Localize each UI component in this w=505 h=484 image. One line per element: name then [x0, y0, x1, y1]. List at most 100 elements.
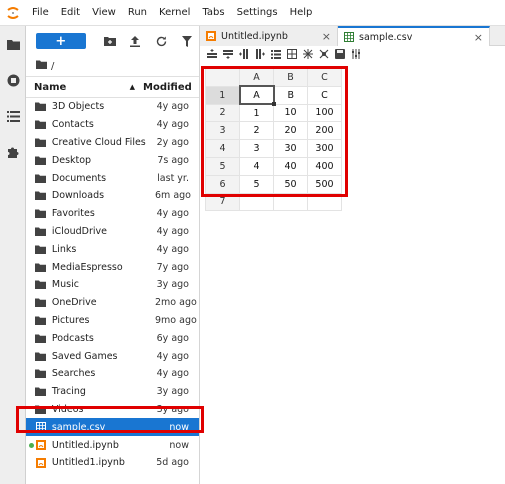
- redo-icon[interactable]: [318, 48, 330, 60]
- row-header[interactable]: 4: [205, 139, 240, 158]
- close-tab-icon[interactable]: ×: [474, 31, 483, 44]
- tab-untitled-ipynb[interactable]: Untitled.ipynb ×: [200, 26, 338, 46]
- insert-column-right-icon[interactable]: [254, 48, 266, 60]
- remove-column-icon[interactable]: [286, 48, 298, 60]
- file-row-desktop[interactable]: Desktop 7s ago: [26, 151, 199, 169]
- row-header[interactable]: 6: [205, 174, 240, 194]
- file-row-podcasts[interactable]: Podcasts 6y ago: [26, 329, 199, 347]
- file-modified: 3y ago: [156, 279, 189, 291]
- row-header[interactable]: 5: [205, 156, 240, 176]
- menu-view[interactable]: View: [86, 0, 122, 26]
- grid-cell[interactable]: B: [273, 85, 308, 105]
- running-kernels-icon[interactable]: [0, 62, 26, 98]
- file-row-mediaespresso[interactable]: MediaEspresso 7y ago: [26, 258, 199, 276]
- running-indicator-icon: [29, 442, 34, 448]
- row-header[interactable]: 7: [205, 192, 240, 212]
- insert-row-below-icon[interactable]: [222, 48, 234, 60]
- menu-edit[interactable]: Edit: [55, 0, 86, 26]
- table-of-contents-icon[interactable]: [0, 98, 26, 134]
- close-tab-icon[interactable]: ×: [322, 30, 331, 43]
- file-row-iclouddrive[interactable]: iCloudDrive 4y ago: [26, 223, 199, 241]
- column-header[interactable]: C: [307, 68, 342, 87]
- grid-corner[interactable]: [205, 68, 240, 87]
- row-header[interactable]: 3: [205, 121, 240, 141]
- file-row-music[interactable]: Music 3y ago: [26, 276, 199, 294]
- file-modified: 4y ago: [156, 225, 189, 237]
- new-launcher-button[interactable]: +: [36, 33, 86, 49]
- grid-cell[interactable]: 200: [307, 121, 342, 141]
- undo-icon[interactable]: [302, 48, 314, 60]
- file-row-documents[interactable]: Documents last yr.: [26, 169, 199, 187]
- file-row-untitled1-ipynb[interactable]: Untitled1.ipynb 5d ago: [26, 454, 199, 472]
- file-modified: last yr.: [157, 172, 189, 184]
- grid-row: 4 3 30 300: [205, 139, 342, 158]
- grid-cell[interactable]: 10: [273, 103, 308, 123]
- grid-cell[interactable]: 3: [239, 139, 274, 158]
- home-folder-icon[interactable]: [36, 60, 47, 72]
- insert-column-left-icon[interactable]: [238, 48, 250, 60]
- file-row-creative-cloud-files[interactable]: Creative Cloud Files 2y ago: [26, 134, 199, 152]
- file-row-3d-objects[interactable]: 3D Objects 4y ago: [26, 98, 199, 116]
- breadcrumb-root[interactable]: /: [51, 61, 54, 72]
- file-name: Favorites: [51, 208, 95, 220]
- folder-icon[interactable]: [0, 26, 26, 62]
- file-row-downloads[interactable]: Downloads 6m ago: [26, 187, 199, 205]
- file-row-untitled-ipynb[interactable]: Untitled.ipynb now: [26, 436, 199, 454]
- name-column-header[interactable]: Name ▲: [26, 82, 143, 93]
- grid-cell[interactable]: 20: [273, 121, 308, 141]
- grid-cell[interactable]: 500: [307, 174, 342, 194]
- extension-puzzle-icon[interactable]: [0, 134, 26, 170]
- grid-cell[interactable]: 50: [273, 174, 308, 194]
- file-row-tracing[interactable]: Tracing 3y ago: [26, 383, 199, 401]
- remove-row-icon[interactable]: [270, 48, 282, 60]
- left-sidebar: [0, 26, 26, 484]
- grid-cell[interactable]: [239, 192, 274, 212]
- grid-cell[interactable]: A: [238, 85, 277, 107]
- file-row-sample-csv[interactable]: sample.csv now: [26, 418, 199, 437]
- grid-cell[interactable]: [307, 192, 342, 212]
- grid-cell[interactable]: 5: [239, 174, 274, 194]
- upload-icon[interactable]: [123, 33, 147, 49]
- file-row-links[interactable]: Links 4y ago: [26, 240, 199, 258]
- grid-cell[interactable]: 300: [307, 139, 342, 158]
- file-row-favorites[interactable]: Favorites 4y ago: [26, 205, 199, 223]
- menu-tabs[interactable]: Tabs: [196, 0, 230, 26]
- file-modified: now: [169, 439, 189, 451]
- settings-icon[interactable]: [350, 48, 362, 60]
- file-name: OneDrive: [51, 297, 97, 309]
- grid-cell[interactable]: 100: [307, 103, 342, 123]
- file-name: Tracing: [51, 386, 86, 398]
- file-modified: now: [169, 421, 189, 433]
- grid-cell[interactable]: C: [307, 85, 342, 105]
- file-row-contacts[interactable]: Contacts 4y ago: [26, 116, 199, 134]
- menu-file[interactable]: File: [26, 0, 55, 26]
- grid-cell[interactable]: [273, 192, 308, 212]
- save-icon[interactable]: [334, 48, 346, 60]
- menu-settings[interactable]: Settings: [231, 0, 284, 26]
- menu-help[interactable]: Help: [284, 0, 319, 26]
- file-row-saved-games[interactable]: Saved Games 4y ago: [26, 347, 199, 365]
- row-header[interactable]: 1: [205, 85, 240, 105]
- row-header[interactable]: 2: [205, 103, 240, 123]
- modified-column-header[interactable]: Modified: [143, 82, 199, 93]
- tab-sample-csv[interactable]: sample.csv ×: [338, 26, 490, 46]
- column-header[interactable]: B: [273, 68, 308, 87]
- refresh-icon[interactable]: [149, 33, 173, 49]
- new-folder-icon[interactable]: [98, 33, 122, 49]
- column-header[interactable]: A: [239, 68, 274, 87]
- file-row-searches[interactable]: Searches 4y ago: [26, 365, 199, 383]
- csv-grid[interactable]: A B C 1 A B C 2 1 10 100 3 2 20 200 4 3 30 300 5 4 40 400 6 5 50 5…: [205, 68, 342, 212]
- menu-kernel[interactable]: Kernel: [153, 0, 196, 26]
- menu-run[interactable]: Run: [122, 0, 153, 26]
- grid-cell[interactable]: 30: [273, 139, 308, 158]
- file-row-pictures[interactable]: Pictures 9mo ago: [26, 312, 199, 330]
- grid-cell[interactable]: 4: [239, 156, 274, 176]
- filter-icon[interactable]: [175, 33, 199, 49]
- grid-cell[interactable]: 40: [273, 156, 308, 176]
- grid-cell[interactable]: 400: [307, 156, 342, 176]
- insert-row-above-icon[interactable]: [206, 48, 218, 60]
- grid-cell[interactable]: 1: [239, 103, 274, 123]
- grid-cell[interactable]: 2: [239, 121, 274, 141]
- file-row-onedrive[interactable]: OneDrive 2mo ago: [26, 294, 199, 312]
- file-row-videos[interactable]: Videos 3y ago: [26, 401, 199, 419]
